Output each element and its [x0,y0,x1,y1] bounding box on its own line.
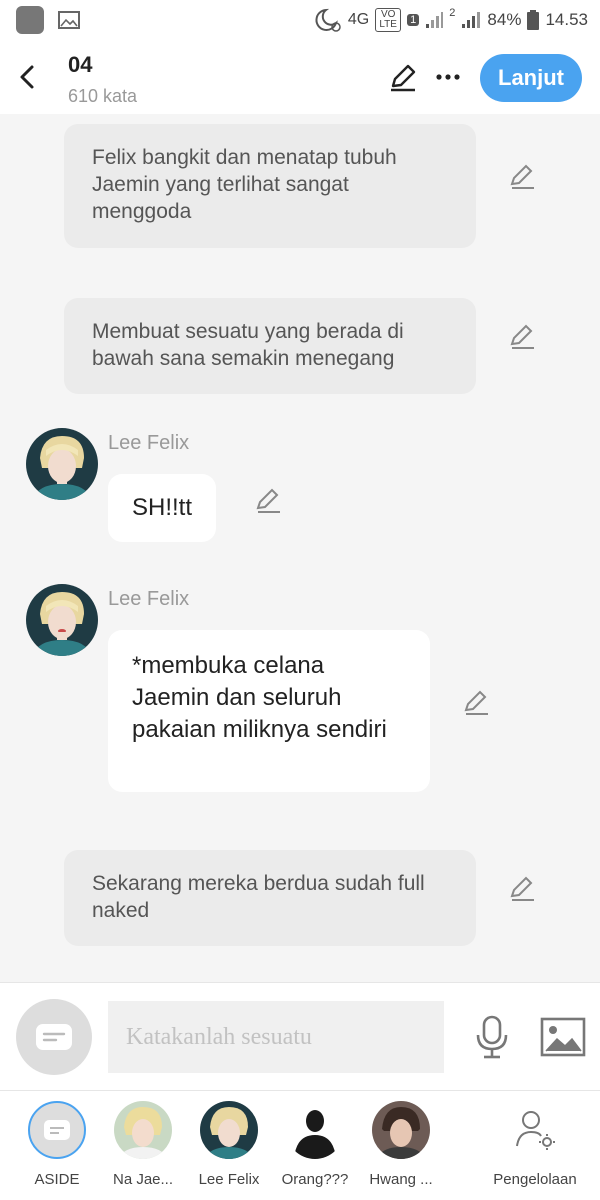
character-avatar[interactable] [26,428,98,500]
character-avatar[interactable] [26,584,98,656]
narration-message[interactable]: Felix bangkit dan menatap tubuh Jaemin y… [64,124,476,248]
character-hwang[interactable]: Hwang ... [358,1101,444,1197]
character-label: Lee Felix [198,1171,260,1188]
composer [0,982,600,1090]
aside-toggle-button[interactable] [16,999,92,1075]
volte-badge: VO LTE [375,8,402,32]
narration-bubble-icon [36,1024,72,1050]
edit-message-icon[interactable] [508,322,536,350]
sim-2-label: 2 [449,7,456,19]
chat-area[interactable]: Felix bangkit dan menatap tubuh Jaemin y… [0,114,600,982]
dialogue-bubble[interactable]: SH!!tt [108,474,217,542]
insert-image-icon[interactable] [540,1017,586,1057]
character-label: Na Jae... [112,1171,174,1188]
clock: 14.53 [545,10,588,29]
character-avatar [114,1101,172,1159]
dialogue-bubble[interactable]: *membuka celana Jaemin dan seluruh pakai… [108,630,430,792]
sim-1-badge: 1 [407,14,420,26]
manage-characters-button[interactable]: Pengelolaan [484,1101,586,1197]
character-label: ASIDE [34,1171,80,1188]
edit-title-icon[interactable] [388,62,418,92]
next-button[interactable]: Lanjut [480,54,582,102]
character-unknown[interactable]: Orang??? [272,1101,358,1197]
edit-message-icon[interactable] [462,688,490,716]
app-notification-icon [16,6,44,34]
message-input[interactable] [108,1001,444,1073]
character-lee-felix[interactable]: Lee Felix [186,1101,272,1197]
narration-message[interactable]: Sekarang mereka berdua sudah full naked [64,850,476,946]
character-aside[interactable]: ASIDE [14,1101,100,1197]
word-count: 610 kata [68,86,138,106]
narration-bubble-icon [44,1120,70,1140]
character-label: Pengelolaan [493,1171,577,1188]
character-bar: ASIDE Na Jae... Lee Felix Orang??? Hwang… [0,1090,600,1200]
character-avatar [372,1101,430,1159]
microphone-icon[interactable] [472,1015,512,1059]
character-avatar [200,1101,258,1159]
network-type: 4G [347,11,370,28]
character-na-jaemin[interactable]: Na Jae... [100,1101,186,1197]
back-arrow-icon[interactable] [14,62,42,92]
speaker-name: Lee Felix [108,588,190,610]
aside-avatar [28,1101,86,1159]
silhouette-icon [294,1110,336,1159]
character-label: Hwang ... [369,1171,433,1188]
chapter-header: 04 610 kata Lanjut [0,40,600,114]
user-settings-icon [516,1111,555,1150]
edit-message-icon[interactable] [254,486,282,514]
status-bar: 4G VO LTE 1 2 84% 14.53 [0,0,600,40]
edit-message-icon[interactable] [508,162,536,190]
signal-strength-icon-1 [426,12,444,28]
character-avatar [286,1101,344,1159]
battery-percent: 84% [487,10,522,29]
do-not-disturb-moon-icon [315,8,341,32]
manage-avatar [506,1101,564,1159]
signal-strength-icon-2 [462,12,481,28]
character-label: Orang??? [281,1171,349,1188]
more-options-icon[interactable] [434,62,462,92]
gallery-notification-icon [58,11,80,29]
edit-message-icon[interactable] [508,874,536,902]
narration-message[interactable]: Membuat sesuatu yang berada di bawah san… [64,298,476,394]
chapter-title: 04 [68,52,93,77]
speaker-name: Lee Felix [108,432,190,454]
battery-icon [527,10,540,30]
